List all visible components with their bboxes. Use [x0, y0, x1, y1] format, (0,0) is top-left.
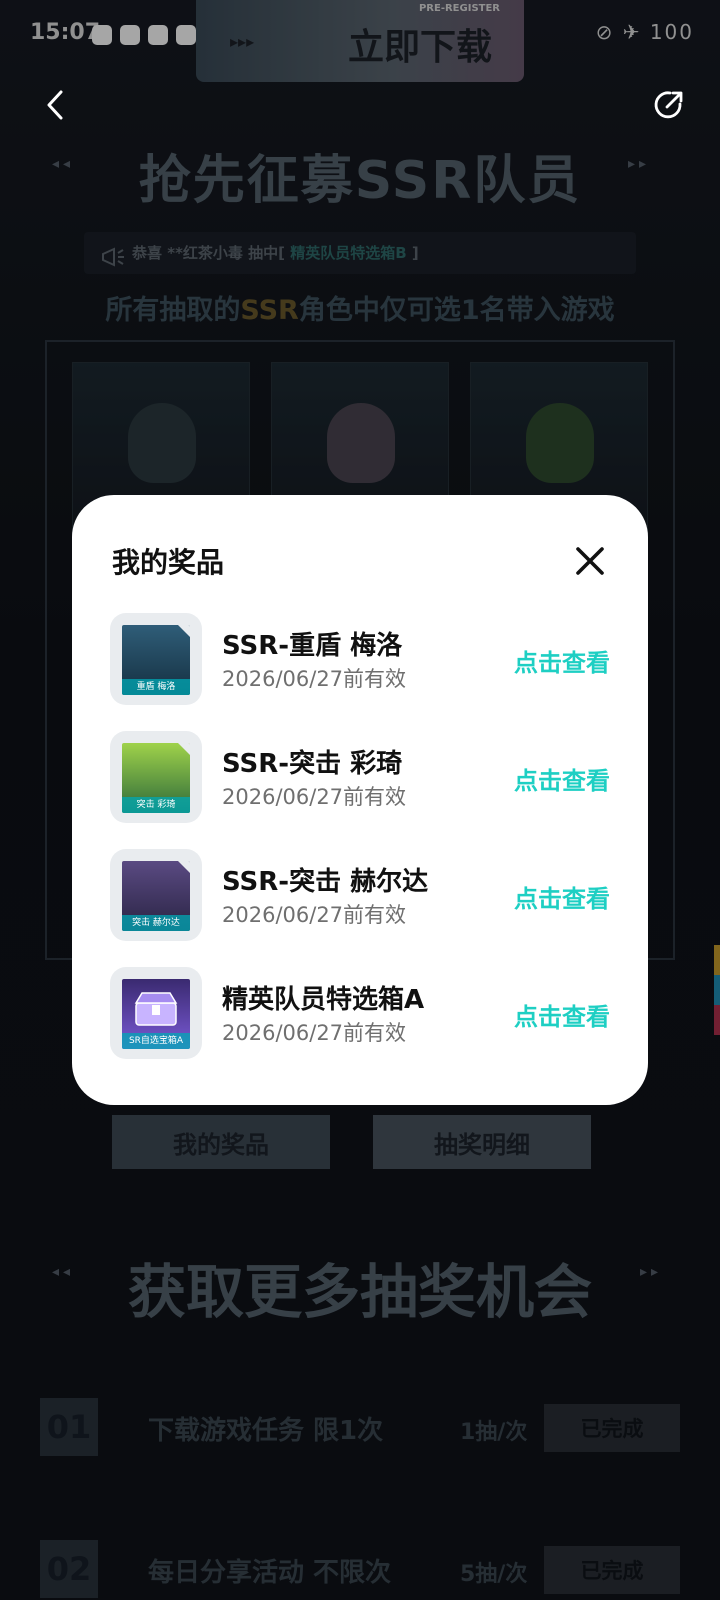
- prize-date: 2026/06/27前有效: [222, 1021, 407, 1045]
- thumb-caption: SR自选宝箱A: [122, 1033, 190, 1049]
- chest-icon: SR自选宝箱A: [122, 979, 190, 1049]
- thumb-caption: 重盾 梅洛: [122, 679, 190, 695]
- thumb-caption: 突击 赫尔达: [122, 915, 190, 931]
- close-button[interactable]: [572, 543, 608, 579]
- prize-thumbnail: 突击 彩琦: [110, 731, 202, 823]
- character-portrait: 突击 赫尔达: [122, 861, 190, 931]
- modal-title: 我的奖品: [112, 546, 225, 579]
- prize-item: 突击 赫尔达 SSR-突击 赫尔达 2026/06/27前有效 点击查看: [110, 849, 610, 943]
- prize-name: 精英队员特选箱A: [222, 985, 425, 1015]
- character-portrait: 突击 彩琦: [122, 743, 190, 813]
- prize-item: 突击 彩琦 SSR-突击 彩琦 2026/06/27前有效 点击查看: [110, 731, 610, 825]
- prize-thumbnail: SR自选宝箱A: [110, 967, 202, 1059]
- prize-date: 2026/06/27前有效: [222, 785, 407, 809]
- prize-item: 重盾 梅洛 SSR-重盾 梅洛 2026/06/27前有效 点击查看: [110, 613, 610, 707]
- prize-name: SSR-突击 彩琦: [222, 749, 403, 779]
- view-link[interactable]: 点击查看: [514, 879, 610, 914]
- back-button[interactable]: [32, 82, 78, 128]
- prize-name: SSR-突击 赫尔达: [222, 867, 429, 897]
- view-link[interactable]: 点击查看: [514, 643, 610, 678]
- prize-item: SR自选宝箱A 精英队员特选箱A 2026/06/27前有效 点击查看: [110, 967, 610, 1061]
- share-button[interactable]: [646, 82, 692, 128]
- view-link[interactable]: 点击查看: [514, 997, 610, 1032]
- prize-name: SSR-重盾 梅洛: [222, 631, 403, 661]
- character-portrait: 重盾 梅洛: [122, 625, 190, 695]
- thumb-caption: 突击 彩琦: [122, 797, 190, 813]
- chevron-left-icon: [47, 90, 63, 120]
- prize-date: 2026/06/27前有效: [222, 667, 407, 691]
- view-link[interactable]: 点击查看: [514, 761, 610, 796]
- prize-thumbnail: 重盾 梅洛: [110, 613, 202, 705]
- my-prizes-modal: 我的奖品 重盾 梅洛 SSR-重盾 梅洛 2026/06/27前有效 点击查看 …: [72, 495, 648, 1105]
- close-icon: [576, 547, 604, 575]
- prize-thumbnail: 突击 赫尔达: [110, 849, 202, 941]
- prize-date: 2026/06/27前有效: [222, 903, 407, 927]
- share-icon: [654, 91, 683, 119]
